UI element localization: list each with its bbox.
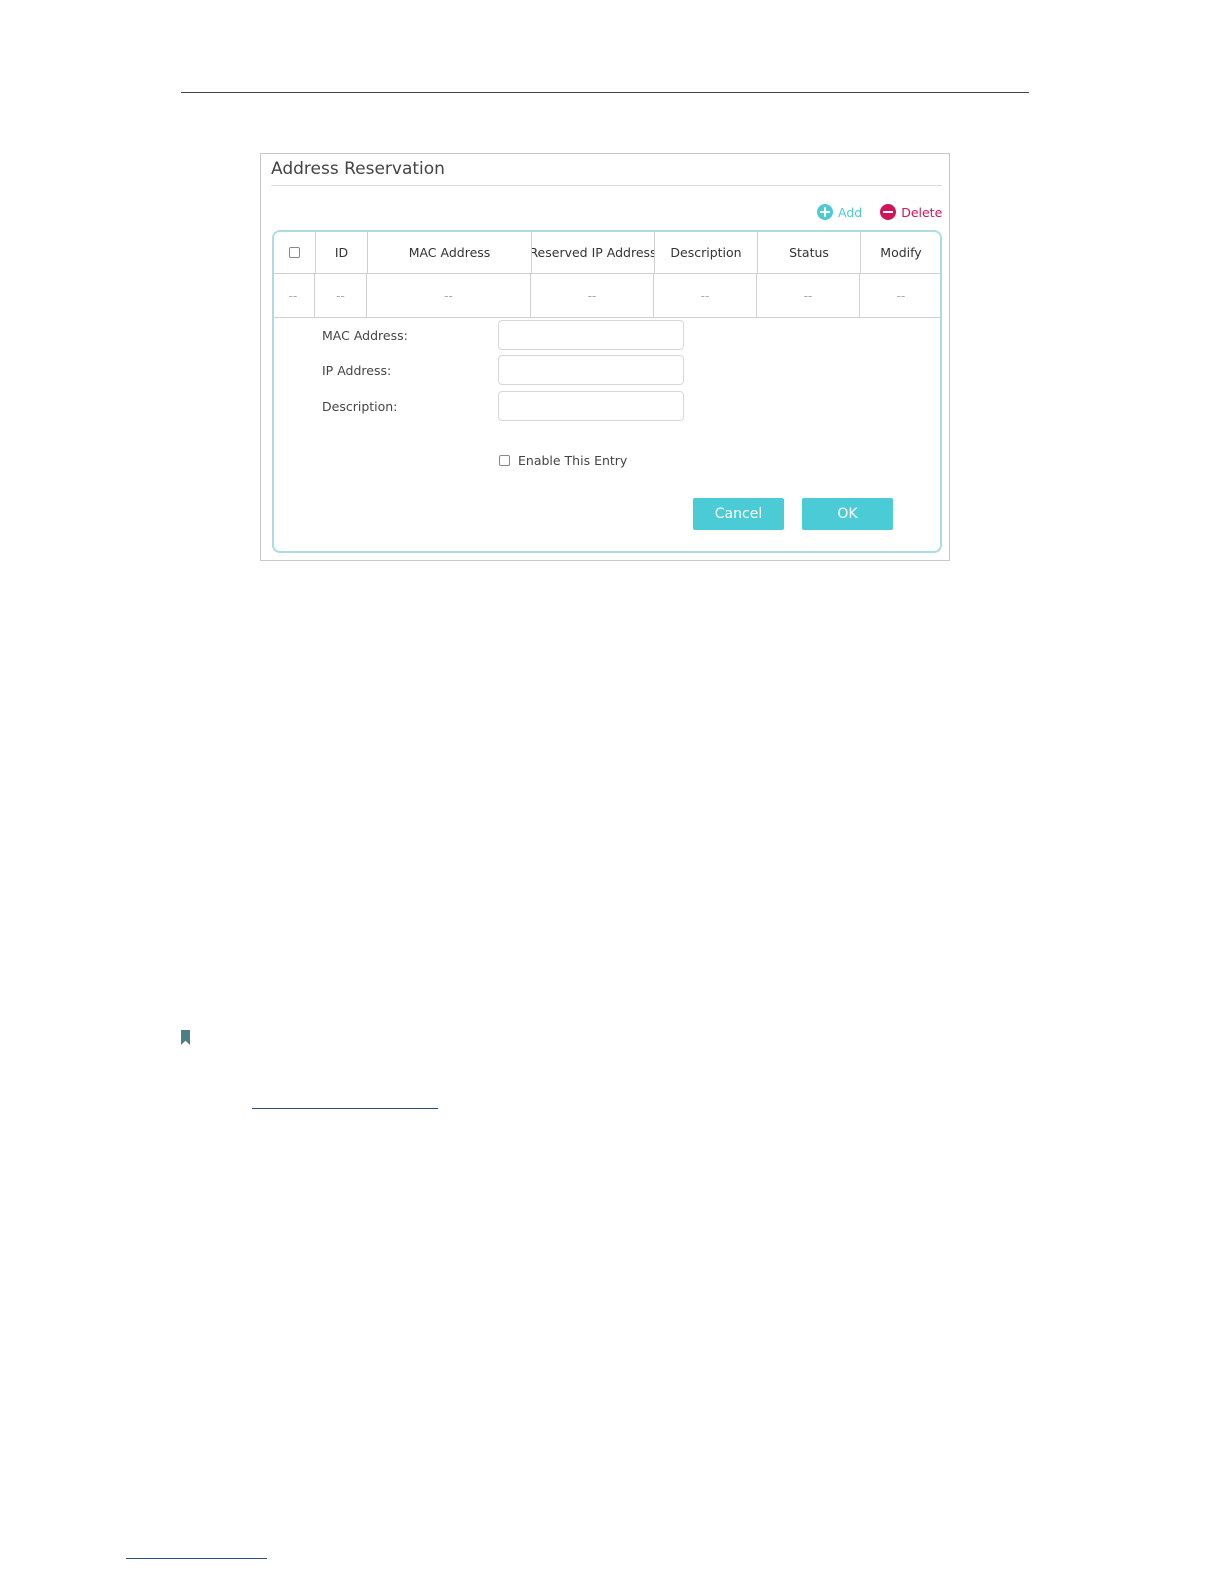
panel-title: Address Reservation bbox=[271, 159, 445, 179]
header-mac-address: MAC Address bbox=[368, 232, 532, 273]
row-modify-cell: -- bbox=[896, 288, 906, 303]
table-row: -- -- -- -- -- -- -- bbox=[274, 274, 940, 318]
header-reserved-ip: Reserved IP Address bbox=[532, 232, 655, 273]
enable-entry-option[interactable]: Enable This Entry bbox=[499, 453, 627, 468]
delete-label: Delete bbox=[901, 204, 943, 220]
mac-row: MAC Address: bbox=[322, 320, 684, 350]
mac-address-label: MAC Address: bbox=[322, 327, 408, 343]
row-id-cell: -- bbox=[315, 274, 367, 317]
row-status-cell: -- bbox=[757, 274, 860, 317]
footer-link-underline[interactable] bbox=[126, 1558, 267, 1559]
description-input[interactable] bbox=[498, 391, 684, 421]
header-select-all bbox=[274, 232, 316, 273]
ok-button[interactable]: OK bbox=[802, 498, 893, 530]
ip-address-label: IP Address: bbox=[322, 362, 392, 378]
description-label: Description: bbox=[322, 398, 398, 414]
table-actions: Add Delete bbox=[817, 203, 942, 221]
table-header: ID MAC Address Reserved IP Address Descr… bbox=[274, 232, 940, 274]
add-button[interactable]: Add bbox=[817, 204, 862, 220]
bookmark-icon bbox=[181, 1030, 190, 1045]
delete-button[interactable]: Delete bbox=[880, 204, 942, 220]
select-all-checkbox[interactable] bbox=[288, 246, 300, 258]
enable-entry-label: Enable This Entry bbox=[518, 453, 628, 468]
address-reservation-panel: Address Reservation Add Delete ID MAC Ad… bbox=[260, 153, 950, 561]
page-header-rule bbox=[181, 92, 1029, 93]
description-row: Description: bbox=[322, 391, 684, 421]
plus-circle-icon bbox=[817, 204, 833, 220]
header-modify: Modify bbox=[880, 244, 922, 260]
row-description-cell: -- bbox=[654, 274, 757, 317]
row-select-cell: -- bbox=[274, 274, 315, 317]
add-label: Add bbox=[838, 204, 863, 220]
mac-address-input[interactable] bbox=[498, 320, 684, 350]
minus-circle-icon bbox=[880, 204, 897, 220]
header-status: Status bbox=[758, 232, 861, 273]
reservation-table: ID MAC Address Reserved IP Address Descr… bbox=[272, 230, 942, 553]
link-underline[interactable] bbox=[252, 1108, 438, 1109]
row-ip-cell: -- bbox=[531, 274, 654, 317]
title-divider bbox=[271, 185, 942, 186]
header-id: ID bbox=[316, 232, 368, 273]
ip-address-input[interactable] bbox=[498, 355, 684, 385]
cancel-button[interactable]: Cancel bbox=[693, 498, 784, 530]
ip-row: IP Address: bbox=[322, 355, 684, 385]
enable-entry-checkbox[interactable] bbox=[499, 455, 510, 466]
header-description: Description bbox=[655, 232, 758, 273]
row-mac-cell: -- bbox=[367, 274, 531, 317]
